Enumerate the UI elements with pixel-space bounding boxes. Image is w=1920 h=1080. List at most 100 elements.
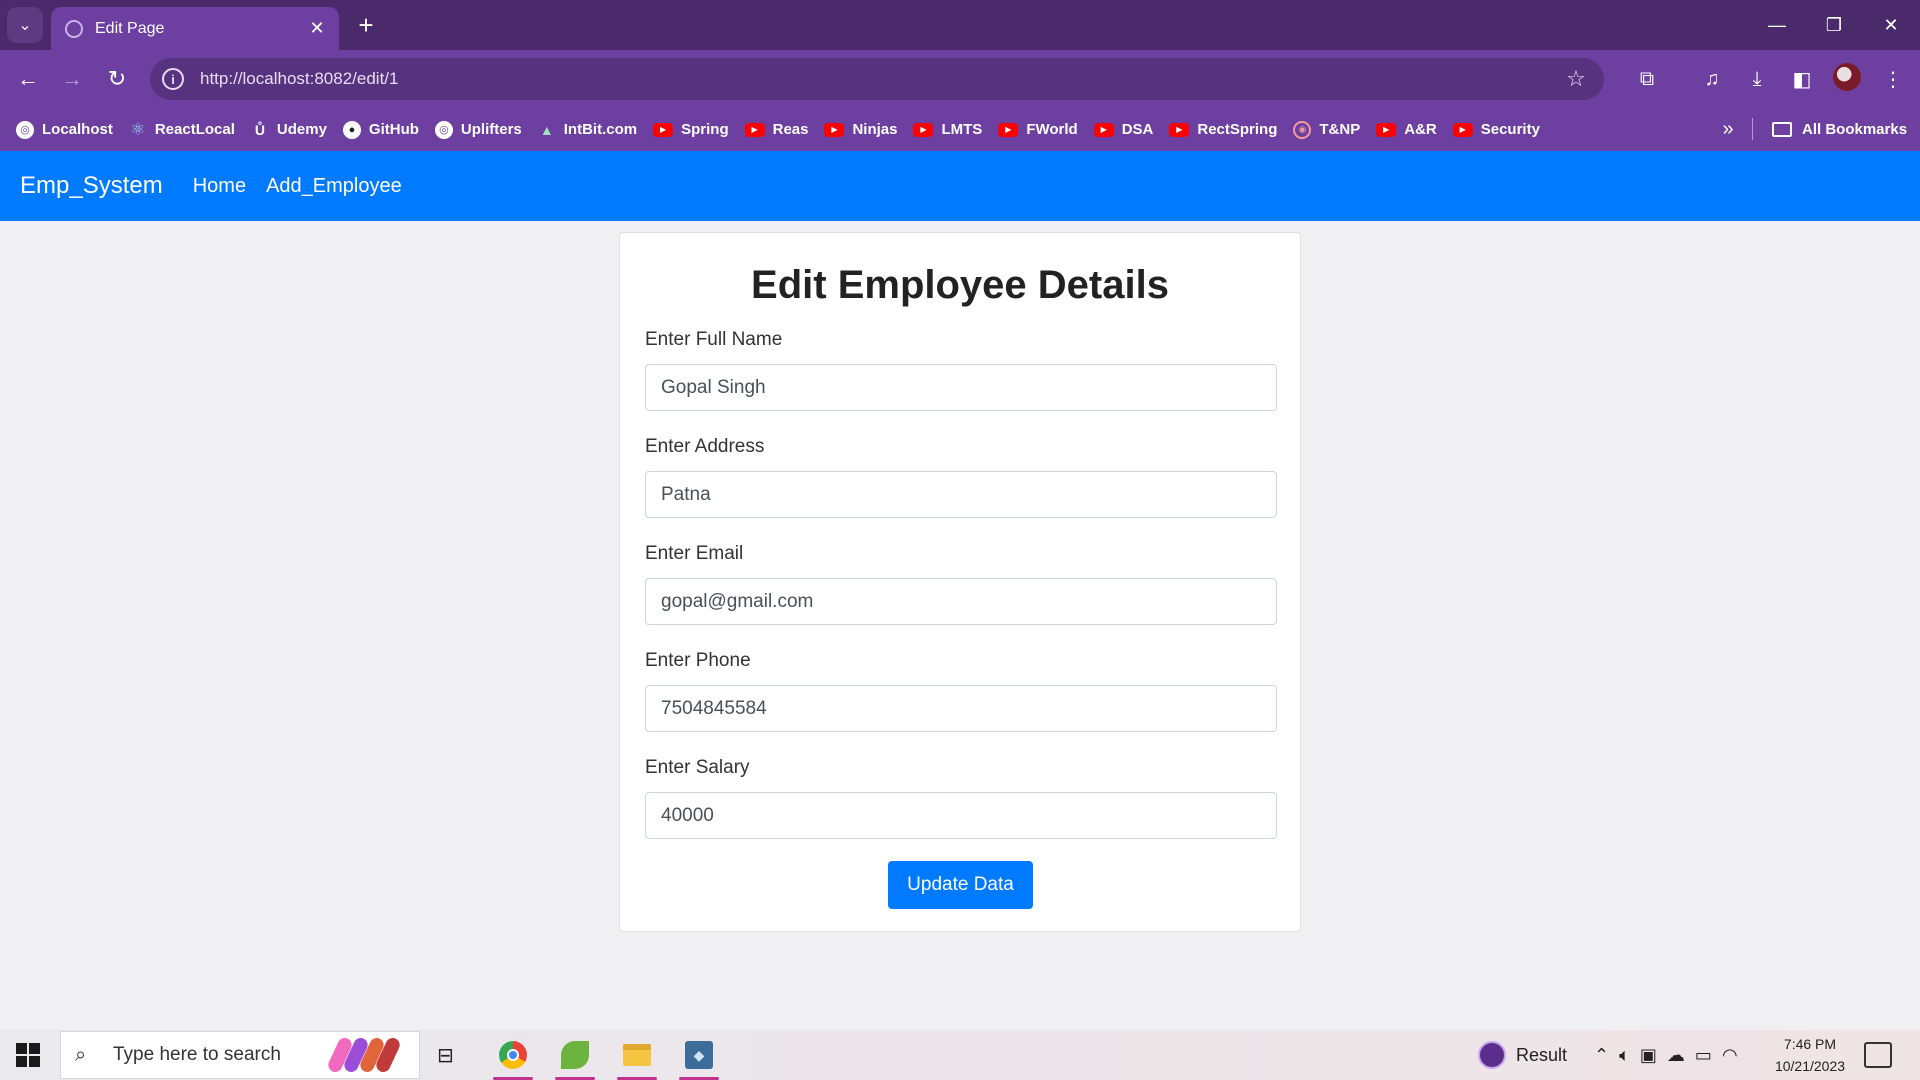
- youtube-icon: ▶: [653, 122, 674, 137]
- react-icon: ⚛: [130, 119, 146, 139]
- reload-icon: ↻: [107, 66, 127, 91]
- phone-group: Enter Phone 7504845584: [645, 650, 1277, 732]
- arrow-left-icon: ←: [17, 66, 39, 91]
- youtube-icon: ▶: [1169, 122, 1190, 137]
- bookmark-localhost[interactable]: ◎ Localhost: [16, 120, 113, 139]
- globe-icon: [65, 19, 83, 38]
- speaker-icon[interactable]: 🔈︎: [1619, 1045, 1640, 1066]
- full-name-input[interactable]: Gopal Singh: [645, 364, 1277, 411]
- battery-icon[interactable]: ▭: [1695, 1045, 1722, 1066]
- minimize-button[interactable]: —: [1748, 0, 1806, 50]
- system-tray[interactable]: ⌃ 🔈︎ ▣ ☁︎ ▭ ◠: [1594, 1030, 1748, 1080]
- bookmark-security[interactable]: ▶ Security: [1452, 121, 1540, 138]
- bookmark-ninjas[interactable]: ▶ Ninjas: [824, 121, 897, 138]
- youtube-icon: ▶: [1093, 122, 1114, 137]
- folder-icon: [1772, 122, 1792, 137]
- restore-button[interactable]: ❐: [1805, 0, 1863, 50]
- salary-label: Enter Salary: [645, 757, 750, 778]
- youtube-icon: ▶: [913, 122, 934, 137]
- email-input[interactable]: gopal@gmail.com: [645, 578, 1277, 625]
- onedrive-icon[interactable]: ☁︎: [1667, 1045, 1695, 1066]
- site-info-icon[interactable]: i: [162, 68, 184, 90]
- bookmark-uplifters[interactable]: ◎ Uplifters: [434, 120, 522, 139]
- github-icon: ●: [342, 120, 361, 139]
- edit-employee-card: Edit Employee Details Enter Full Name Go…: [619, 232, 1301, 932]
- forward-button[interactable]: →: [54, 61, 90, 97]
- taskbar-mysql-workbench[interactable]: ◆: [671, 1035, 727, 1080]
- youtube-icon: ▶: [998, 122, 1019, 137]
- tab-search-button[interactable]: ⌄: [7, 7, 43, 43]
- update-data-button[interactable]: Update Data: [888, 861, 1033, 909]
- bookmark-ar[interactable]: ▶ A&R: [1376, 121, 1437, 138]
- taskbar-spring-tool[interactable]: [547, 1035, 603, 1080]
- youtube-icon: ▶: [1452, 122, 1473, 137]
- media-control-icon[interactable]: ♫: [1696, 63, 1728, 95]
- arrow-right-icon: →: [61, 66, 83, 91]
- bookmark-lmts[interactable]: ▶ LMTS: [913, 121, 982, 138]
- new-tab-button[interactable]: +: [350, 9, 382, 41]
- page-title: Edit Employee Details: [751, 263, 1169, 307]
- side-panel-icon[interactable]: ◧: [1786, 63, 1818, 95]
- address-label: Enter Address: [645, 436, 765, 457]
- clock-time: 7:46 PM: [1783, 1036, 1837, 1052]
- bookmarks-divider: [1752, 118, 1753, 140]
- url-text[interactable]: http://localhost:8082/edit/1: [200, 69, 1562, 89]
- app-navbar: Emp_System Home Add_Employee: [0, 151, 1920, 221]
- spring-icon: [561, 1041, 589, 1069]
- search-icon: ⌕: [75, 1043, 87, 1066]
- chrome-icon: [499, 1041, 527, 1069]
- bookmark-fworld[interactable]: ▶ FWorld: [998, 121, 1078, 138]
- bookmark-udemy[interactable]: Ů Udemy: [251, 121, 327, 139]
- search-highlight-icon: [326, 1035, 411, 1075]
- phone-input[interactable]: 7504845584: [645, 685, 1277, 732]
- profile-avatar[interactable]: [1833, 63, 1861, 91]
- bookmark-dsa[interactable]: ▶ DSA: [1093, 121, 1153, 138]
- taskbar-search[interactable]: ⌕ Type here to search: [60, 1031, 420, 1079]
- globe-icon: ◎: [16, 120, 34, 139]
- taskbar-clock[interactable]: 7:46 PM 10/21/2023: [1766, 1033, 1854, 1077]
- bookmark-star-icon[interactable]: ☆: [1562, 66, 1590, 92]
- all-bookmarks-button[interactable]: All Bookmarks: [1772, 108, 1907, 151]
- bookmarks-more-button[interactable]: »: [1713, 110, 1743, 148]
- task-view-icon[interactable]: ⊟: [437, 1043, 461, 1067]
- chevron-up-icon[interactable]: ⌃: [1594, 1045, 1619, 1066]
- bookmark-tnp[interactable]: ◉ T&NP: [1293, 120, 1360, 139]
- bookmark-reas[interactable]: ▶ Reas: [744, 121, 808, 138]
- bookmark-github[interactable]: ● GitHub: [342, 120, 419, 139]
- result-widget[interactable]: Result: [1478, 1030, 1567, 1080]
- salary-input[interactable]: 40000: [645, 792, 1277, 839]
- extensions-icon[interactable]: ⧉: [1631, 63, 1663, 95]
- clock-date: 10/21/2023: [1774, 1058, 1846, 1074]
- meet-icon[interactable]: ▣: [1640, 1045, 1667, 1066]
- tab-close-button[interactable]: ✕: [303, 15, 331, 43]
- menu-icon[interactable]: ⋮: [1877, 63, 1909, 95]
- back-button[interactable]: ←: [10, 61, 46, 97]
- nav-home-link[interactable]: Home: [193, 175, 246, 198]
- notification-icon[interactable]: [1864, 1042, 1892, 1068]
- result-label: Result: [1516, 1044, 1568, 1065]
- reload-button[interactable]: ↻: [99, 61, 135, 97]
- bookmark-intbit[interactable]: ▲ IntBit.com: [538, 121, 637, 139]
- address-group: Enter Address Patna: [645, 436, 1277, 518]
- browser-tab-strip: ⌄ Edit Page ✕ + — ❐ ✕: [0, 0, 1920, 50]
- youtube-icon: ▶: [744, 122, 765, 137]
- wifi-icon[interactable]: ◠: [1722, 1045, 1748, 1066]
- browser-tab[interactable]: Edit Page ✕: [51, 7, 339, 50]
- address-input[interactable]: Patna: [645, 471, 1277, 518]
- bookmark-rectspring[interactable]: ▶ RectSpring: [1169, 121, 1277, 138]
- file-explorer-icon: [623, 1044, 651, 1066]
- taskbar-chrome[interactable]: [485, 1035, 541, 1080]
- taskbar-search-placeholder: Type here to search: [113, 1044, 281, 1065]
- taskbar-file-explorer[interactable]: [609, 1035, 665, 1080]
- bookmark-reactlocal[interactable]: ⚛ ReactLocal: [129, 119, 235, 139]
- browser-toolbar: ← → ↻ i http://localhost:8082/edit/1 ☆ ⧉…: [0, 50, 1920, 108]
- download-icon[interactable]: ⤓: [1741, 63, 1773, 95]
- address-bar[interactable]: i http://localhost:8082/edit/1 ☆: [150, 58, 1604, 100]
- close-window-button[interactable]: ✕: [1862, 0, 1920, 50]
- app-brand[interactable]: Emp_System: [20, 172, 163, 200]
- nav-add-employee-link[interactable]: Add_Employee: [266, 175, 402, 198]
- full-name-group: Enter Full Name Gopal Singh: [645, 329, 1277, 411]
- phone-label: Enter Phone: [645, 650, 751, 671]
- bookmark-spring[interactable]: ▶ Spring: [653, 121, 729, 138]
- windows-start-icon[interactable]: [16, 1043, 40, 1067]
